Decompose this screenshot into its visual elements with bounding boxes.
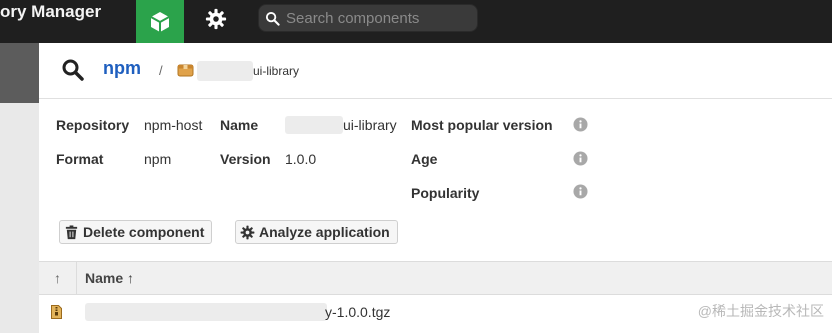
package-icon [177,64,194,77]
search-input[interactable] [286,9,476,27]
browse-nav-button[interactable] [136,0,184,43]
name-label: Name [220,117,259,133]
name-value: ui-library [343,117,397,133]
name-redacted [285,116,343,134]
format-value: npm [144,151,172,167]
delete-component-button[interactable]: Delete component [59,220,213,244]
component-panel: npm / ui-library Repository npm-host For… [39,43,832,333]
delete-component-label: Delete component [83,224,205,240]
watermark: @稀土掘金技术社区 [697,303,824,319]
most-popular-version-label: Most popular version [411,117,553,133]
info-icon[interactable] [573,151,588,166]
breadcrumb-component-name: ui-library [253,64,300,78]
app-title: ory Manager [0,2,102,21]
breadcrumb-npm-link[interactable]: npm [103,58,141,79]
row-file-name[interactable]: y-1.0.0.tgz [325,304,390,320]
assets-table-header: ↑ Name ↑ [39,261,832,295]
gear-icon [240,225,255,239]
repository-label: Repository [56,117,130,133]
search-icon [265,11,280,26]
info-icon[interactable] [573,117,588,132]
popularity-label: Popularity [411,185,480,201]
sort-column-header[interactable]: ↑ [39,262,77,294]
info-icon[interactable] [573,184,588,199]
format-label: Format [56,151,104,167]
breadcrumb-redacted-name [197,61,253,81]
admin-nav-button[interactable] [194,0,238,37]
repository-value: npm-host [144,117,203,133]
trash-icon [65,224,78,239]
archive-file-icon [51,305,62,319]
cube-icon [150,11,170,32]
breadcrumb: npm / ui-library [39,43,832,99]
search-icon [62,59,84,81]
top-header: ory Manager [0,0,832,43]
gear-icon [205,8,227,29]
age-label: Age [411,151,438,167]
sidebar-collapsed-item[interactable] [0,43,39,103]
analyze-application-label: Analyze application [259,224,390,240]
analyze-application-button[interactable]: Analyze application [235,220,398,244]
name-column-header[interactable]: Name ↑ [85,270,134,286]
row-redacted-name [85,303,327,321]
breadcrumb-separator: / [159,63,163,78]
version-label: Version [220,151,271,167]
search-box [258,4,478,32]
version-value: 1.0.0 [285,151,317,167]
